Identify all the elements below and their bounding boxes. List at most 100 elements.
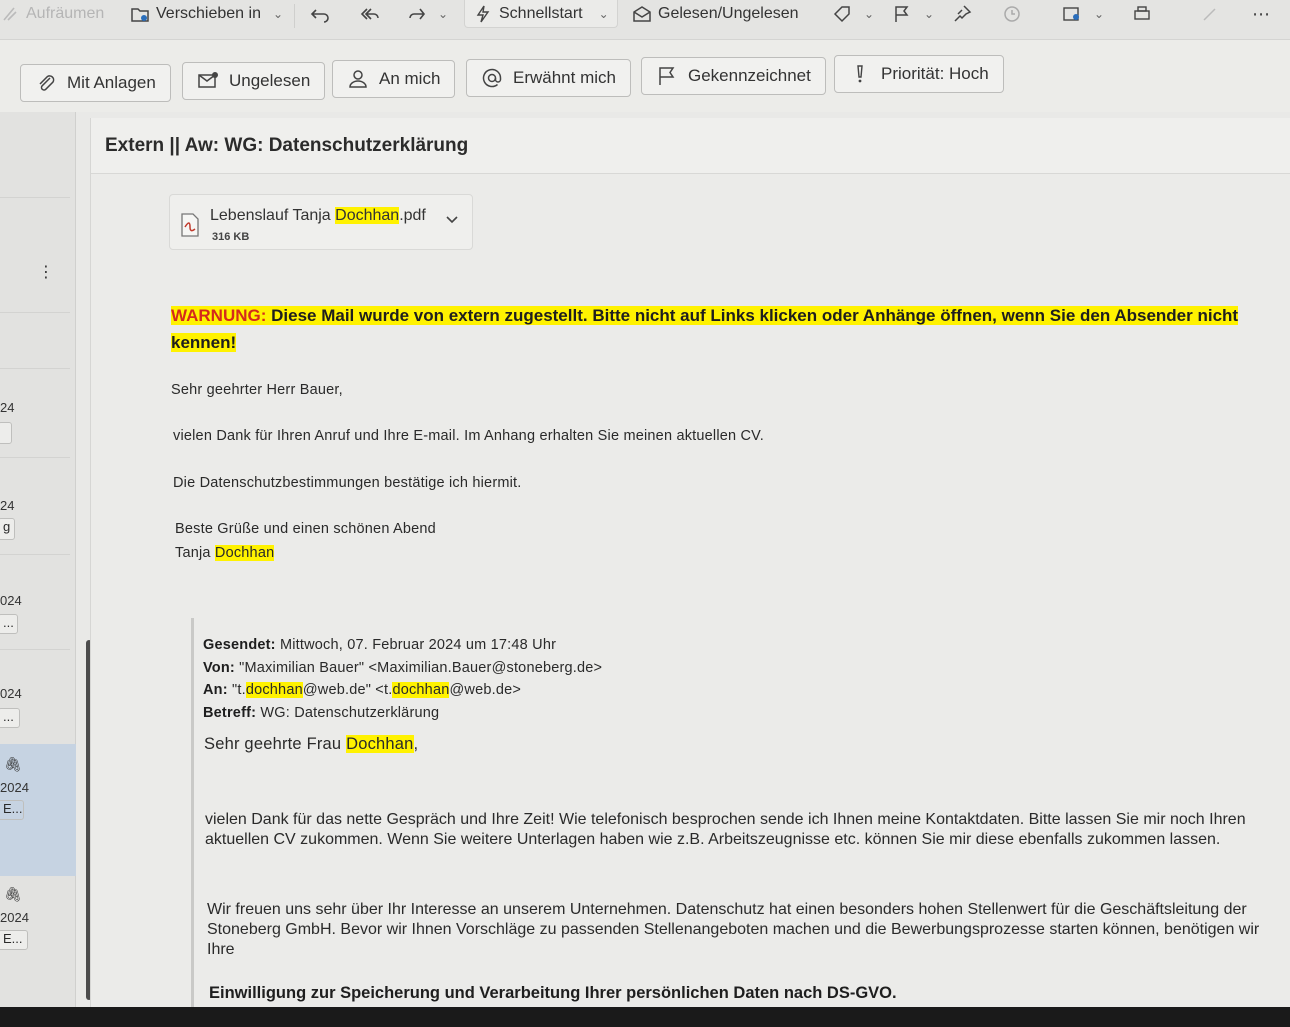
quoted-sent: Gesendet: Mittwoch, 07. Februar 2024 um …	[203, 637, 557, 653]
reading-pane: Extern || Aw: WG: Datenschutzerklärung L…	[90, 118, 1290, 1007]
quickstart-button[interactable]: Schnellstart ⌄	[464, 0, 618, 28]
body-line: vielen Dank für Ihren Anruf und Ihre E-m…	[173, 428, 764, 444]
filter-label: An mich	[379, 69, 441, 88]
body-line: Die Datenschutzbestimmungen bestätige ic…	[173, 475, 522, 491]
read-unread-label: Gelesen/Ungelesen	[658, 5, 799, 22]
undo-button[interactable]	[310, 0, 330, 28]
list-item[interactable]	[0, 422, 12, 444]
filter-label: Ungelesen	[229, 71, 311, 90]
printer-icon	[1134, 6, 1150, 20]
print-button[interactable]	[1132, 0, 1152, 28]
attachment-card[interactable]: Lebenslauf Tanja Dochhan.pdf 316 KB	[169, 194, 473, 250]
more-options-icon[interactable]: ⋮	[38, 262, 54, 282]
message-subject: Extern || Aw: WG: Datenschutzerklärung	[105, 134, 469, 156]
exclamation-icon	[857, 65, 863, 83]
attachment-name: Lebenslauf Tanja Dochhan.pdf	[210, 207, 426, 224]
lightning-icon	[476, 5, 490, 22]
quoted-from: Von: "Maximilian Bauer" <Maximilian.Baue…	[203, 660, 603, 676]
chevron-down-icon[interactable]: ⌄	[599, 7, 609, 21]
quickstart-label: Schnellstart	[499, 4, 583, 22]
forward-icon	[409, 8, 426, 20]
list-item-date: 24	[0, 400, 15, 415]
filter-to-me-button[interactable]: An mich	[332, 60, 456, 98]
broom-icon	[3, 7, 17, 21]
chevron-down-icon[interactable]: ⌄	[273, 7, 283, 21]
pin-icon	[954, 5, 972, 22]
list-item-date: 24	[0, 498, 15, 513]
list-item-date: 024	[0, 593, 22, 608]
quoted-paragraph: vielen Dank für das nette Gespräch und I…	[205, 811, 1246, 848]
paperclip-icon	[39, 75, 55, 91]
quoted-subject: Betreff: WG: Datenschutzerklärung	[203, 705, 440, 721]
filter-label: Gekennzeichnet	[688, 66, 811, 85]
chevron-down-icon[interactable]: ⌄	[864, 7, 874, 21]
filter-high-priority-button[interactable]: Priorität: Hoch	[834, 55, 1004, 93]
edit-button[interactable]	[1200, 0, 1220, 28]
greeting: Sehr geehrter Herr Bauer,	[171, 382, 343, 398]
signature: Tanja Dochhan	[175, 545, 275, 561]
filter-unread-button[interactable]: Ungelesen	[182, 62, 326, 100]
list-item-snippet[interactable]: g	[0, 518, 16, 540]
filter-mentioned-button[interactable]: Erwähnt mich	[466, 59, 631, 97]
list-item-snippet: E...	[0, 800, 24, 820]
screen-bezel	[0, 1007, 1290, 1027]
list-item-snippet[interactable]: E...	[0, 930, 28, 950]
person-icon	[349, 70, 367, 88]
filter-label: Mit Anlagen	[67, 73, 156, 92]
flag-button[interactable]: ⌄	[892, 0, 934, 28]
paperclip-icon: 🖇	[4, 886, 22, 902]
ribbon-toolbar: Aufräumen Verschieben in ⌄ ⌄ Schnellstar…	[0, 0, 1290, 40]
paperclip-icon: 🖇	[4, 756, 22, 772]
warning-text: Diese Mail wurde von extern zugestellt. …	[171, 306, 1239, 352]
cleanup-label: Aufräumen	[26, 5, 105, 22]
cleanup-button[interactable]: Aufräumen	[0, 0, 104, 28]
consent-heading: Einwilligung zur Speicherung und Verarbe…	[209, 984, 897, 1002]
chevron-down-icon[interactable]: ⌄	[1094, 7, 1104, 21]
filter-flagged-button[interactable]: Gekennzeichnet	[641, 57, 826, 95]
forward-button[interactable]: ⌄	[406, 0, 448, 28]
chevron-down-icon[interactable]: ⌄	[438, 7, 448, 21]
chevron-down-icon[interactable]: ⌄	[924, 7, 934, 21]
warning-label: WARNUNG:	[171, 306, 267, 325]
list-item-snippet[interactable]: ...	[0, 614, 18, 634]
snooze-button[interactable]	[1002, 0, 1022, 28]
categorize-button[interactable]: ⌄	[832, 0, 874, 28]
filter-label: Erwähnt mich	[513, 68, 616, 87]
list-item-date: 2024	[0, 910, 29, 925]
rules-button[interactable]: ⌄	[1062, 0, 1104, 28]
quote-bar	[191, 618, 194, 1007]
subject-bar: Extern || Aw: WG: Datenschutzerklärung	[91, 118, 1290, 174]
undo-icon	[310, 9, 329, 23]
filter-label: Priorität: Hoch	[881, 64, 989, 83]
reply-all-icon	[360, 8, 379, 20]
envelope-open-icon	[633, 6, 651, 22]
flag-icon	[895, 6, 909, 22]
list-item-date: 2024	[0, 780, 29, 795]
quoted-greeting: Sehr geehrte Frau Dochhan,	[204, 735, 419, 753]
rules-icon	[1063, 7, 1079, 21]
move-to-button[interactable]: Verschieben in ⌄	[130, 0, 283, 28]
pin-button[interactable]	[952, 0, 972, 28]
flag-icon	[659, 67, 675, 85]
reply-all-button[interactable]	[360, 0, 380, 28]
pen-icon	[1203, 8, 1216, 21]
move-to-label: Verschieben in	[156, 5, 261, 22]
read-unread-button[interactable]: Gelesen/Ungelesen	[632, 0, 799, 28]
message-list-column: ⋮ 24 24 g 024 ... 024 ... 🖇 2024 E... 🖇 …	[0, 112, 76, 1007]
list-item-date: 024	[0, 686, 22, 701]
quoted-paragraph: Wir freuen uns sehr über Ihr Interesse a…	[207, 901, 1260, 958]
closing: Beste Grüße und einen schönen Abend	[175, 521, 436, 537]
chevron-down-icon[interactable]	[444, 211, 460, 227]
clock-icon	[1004, 6, 1020, 22]
more-options-button[interactable]: ⋯	[1252, 0, 1270, 28]
ellipsis-icon: ⋯	[1252, 3, 1270, 24]
tag-icon	[833, 6, 850, 23]
folder-move-icon	[131, 8, 149, 22]
list-item-snippet[interactable]: ...	[0, 708, 20, 728]
at-sign-icon	[482, 68, 502, 88]
attachment-size: 316 KB	[212, 231, 250, 243]
filter-with-attachments-button[interactable]: Mit Anlagen	[20, 64, 171, 102]
unread-mail-icon	[198, 72, 218, 88]
filter-bar: Mit Anlagen Ungelesen An mich Erwähnt mi…	[0, 40, 1290, 112]
pdf-file-icon	[181, 213, 199, 237]
